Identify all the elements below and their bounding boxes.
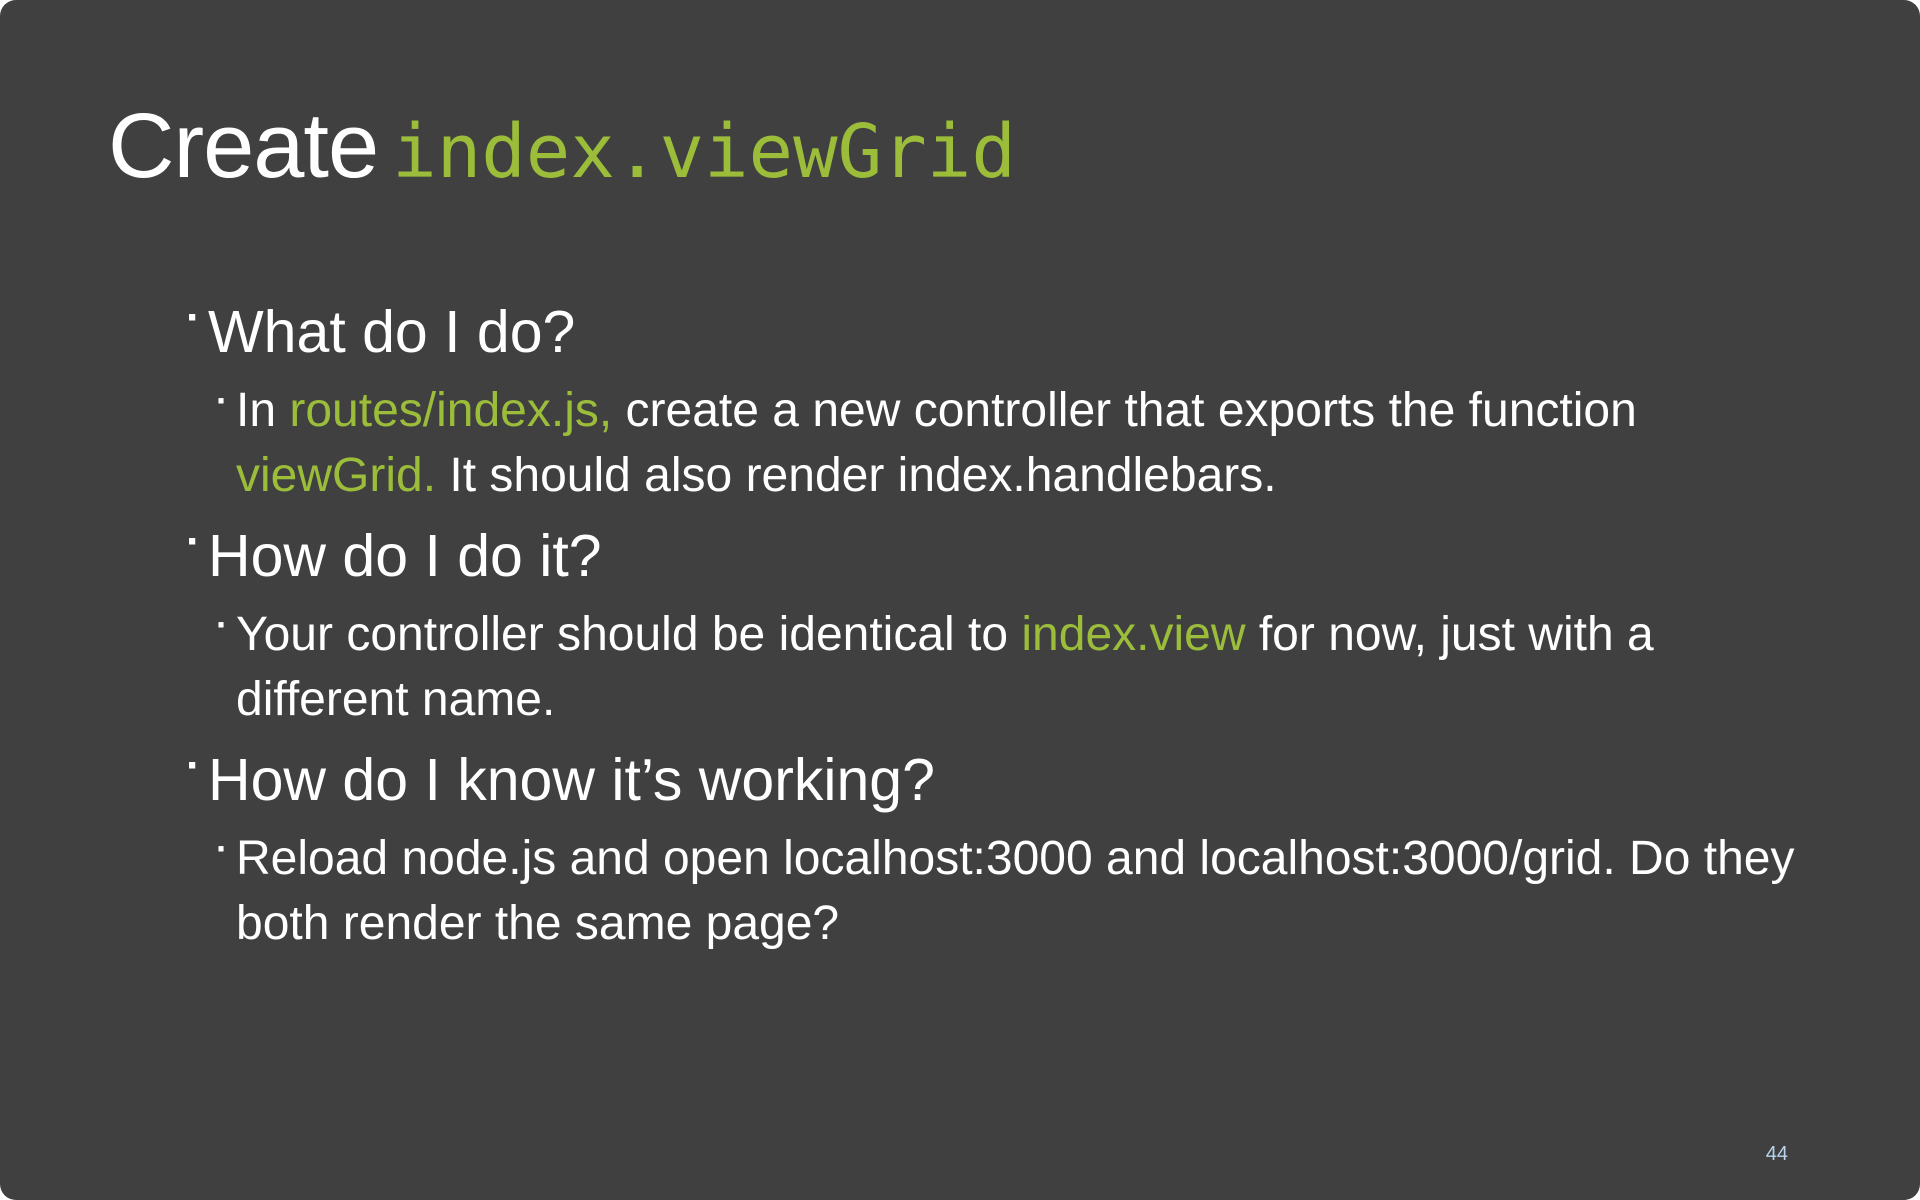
bullet-dot-icon: · (216, 604, 228, 645)
title-code: index.viewGrid (392, 109, 1016, 195)
sub-bullet-text: It should also render index.handlebars. (436, 449, 1277, 502)
sub-bullet-text: Reload node.js and open localhost:3000 a… (236, 832, 1795, 950)
highlight-routes-file: routes/index.js, (289, 384, 613, 437)
bullet-list: · What do I do? · In routes/index.js, cr… (186, 293, 1836, 968)
bullet-dot-icon: · (216, 828, 228, 869)
sub-bullet-know: · Reload node.js and open localhost:3000… (186, 826, 1836, 956)
bullet-dot-icon: · (216, 380, 228, 421)
sub-bullet-text: In (236, 384, 290, 437)
page-number: 44 (1765, 1143, 1788, 1165)
bullet-how-do-i-do-it: · How do I do it? (186, 517, 1836, 592)
bullet-what-do-i-do: · What do I do? (186, 293, 1836, 368)
bullet-heading: How do I know it’s working? (208, 747, 935, 813)
bullet-how-do-i-know: · How do I know it’s working? (186, 741, 1836, 816)
bullet-dot-icon: · (186, 293, 201, 342)
highlight-function-name: viewGrid. (236, 449, 437, 502)
title-word: Create (108, 95, 379, 197)
sub-bullet-what: · In routes/index.js, create a new contr… (186, 378, 1836, 508)
sub-bullet-text: create a new controller that exports the… (612, 384, 1637, 437)
highlight-index-view: index.view (1021, 608, 1246, 661)
sub-bullet-text: Your controller should be identical to (236, 608, 1022, 661)
sub-bullet-how: · Your controller should be identical to… (186, 602, 1836, 732)
slide: Create index.viewGrid · What do I do? · I… (0, 0, 1920, 1200)
bullet-heading: How do I do it? (208, 523, 602, 589)
bullet-dot-icon: · (186, 517, 201, 566)
bullet-heading: What do I do? (208, 299, 576, 365)
bullet-dot-icon: · (186, 741, 201, 790)
slide-title: Create index.viewGrid (108, 100, 1016, 192)
